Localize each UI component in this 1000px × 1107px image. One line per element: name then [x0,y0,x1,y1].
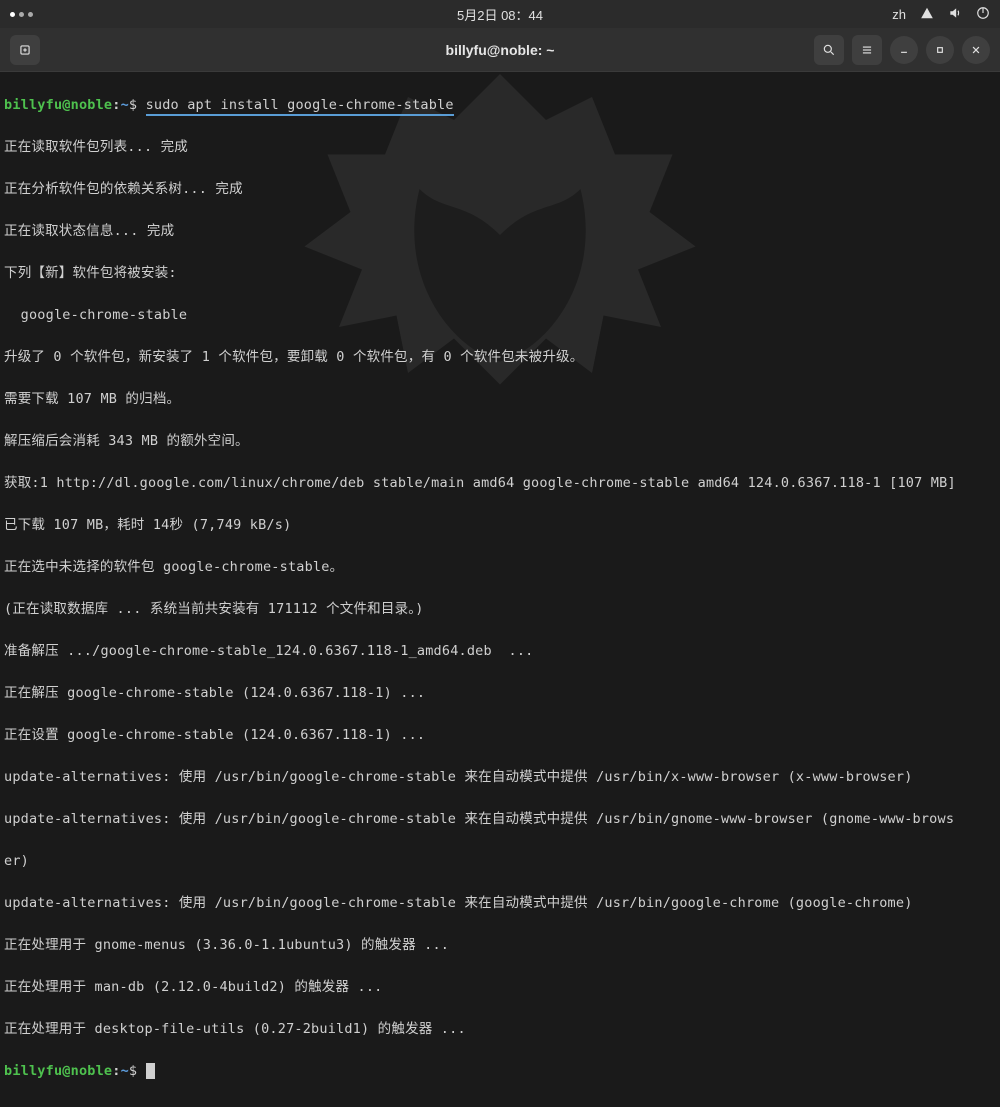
input-method-indicator[interactable]: zh [892,7,906,22]
output-line: 已下载 107 MB，耗时 14秒 (7,749 kB/s) [4,515,996,536]
power-icon[interactable] [976,6,990,23]
hamburger-menu-button[interactable] [852,35,882,65]
output-line: (正在读取数据库 ... 系统当前共安装有 171112 个文件和目录。) [4,599,996,620]
network-icon[interactable] [920,6,934,23]
activities-dots[interactable] [10,12,33,17]
prompt-line-1: billyfu@noble:~$ sudo apt install google… [4,95,996,116]
output-line: 获取:1 http://dl.google.com/linux/chrome/d… [4,473,996,494]
output-line: 正在分析软件包的依赖关系树... 完成 [4,179,996,200]
output-line: 正在设置 google-chrome-stable (124.0.6367.11… [4,725,996,746]
output-line: 解压缩后会消耗 343 MB 的额外空间。 [4,431,996,452]
maximize-button[interactable] [926,36,954,64]
output-line: 需要下载 107 MB 的归档。 [4,389,996,410]
output-line: 正在处理用于 desktop-file-utils (0.27-2build1)… [4,1019,996,1040]
prompt-host: noble [71,97,113,113]
cursor [146,1063,155,1079]
output-line: 准备解压 .../google-chrome-stable_124.0.6367… [4,641,996,662]
prompt-path: ~ [121,97,129,113]
output-line: 正在读取软件包列表... 完成 [4,137,996,158]
output-line: 正在选中未选择的软件包 google-chrome-stable。 [4,557,996,578]
output-line: er) [4,851,996,872]
window-title: billyfu@noble: ~ [446,42,555,58]
output-line: update-alternatives: 使用 /usr/bin/google-… [4,893,996,914]
output-line: 正在解压 google-chrome-stable (124.0.6367.11… [4,683,996,704]
search-button[interactable] [814,35,844,65]
output-line: 下列【新】软件包将被安装: [4,263,996,284]
minimize-button[interactable] [890,36,918,64]
prompt-user: billyfu [4,97,62,113]
prompt-line-2: billyfu@noble:~$ [4,1061,996,1082]
output-line: update-alternatives: 使用 /usr/bin/google-… [4,809,996,830]
close-button[interactable] [962,36,990,64]
gnome-top-bar: 5月2日 08：44 zh [0,0,1000,28]
output-line: 升级了 0 个软件包，新安装了 1 个软件包，要卸载 0 个软件包，有 0 个软… [4,347,996,368]
output-line: update-alternatives: 使用 /usr/bin/google-… [4,767,996,788]
terminal-output[interactable]: billyfu@noble:~$ sudo apt install google… [0,72,1000,1107]
output-line: 正在处理用于 man-db (2.12.0-4build2) 的触发器 ... [4,977,996,998]
clock[interactable]: 5月2日 08：44 [457,5,543,24]
entered-command: sudo apt install google-chrome-stable [146,97,454,116]
output-line: 正在处理用于 gnome-menus (3.36.0-1.1ubuntu3) 的… [4,935,996,956]
output-line: google-chrome-stable [4,305,996,326]
new-tab-button[interactable] [10,35,40,65]
terminal-title-bar: billyfu@noble: ~ [0,28,1000,72]
output-line: 正在读取状态信息... 完成 [4,221,996,242]
volume-icon[interactable] [948,6,962,23]
